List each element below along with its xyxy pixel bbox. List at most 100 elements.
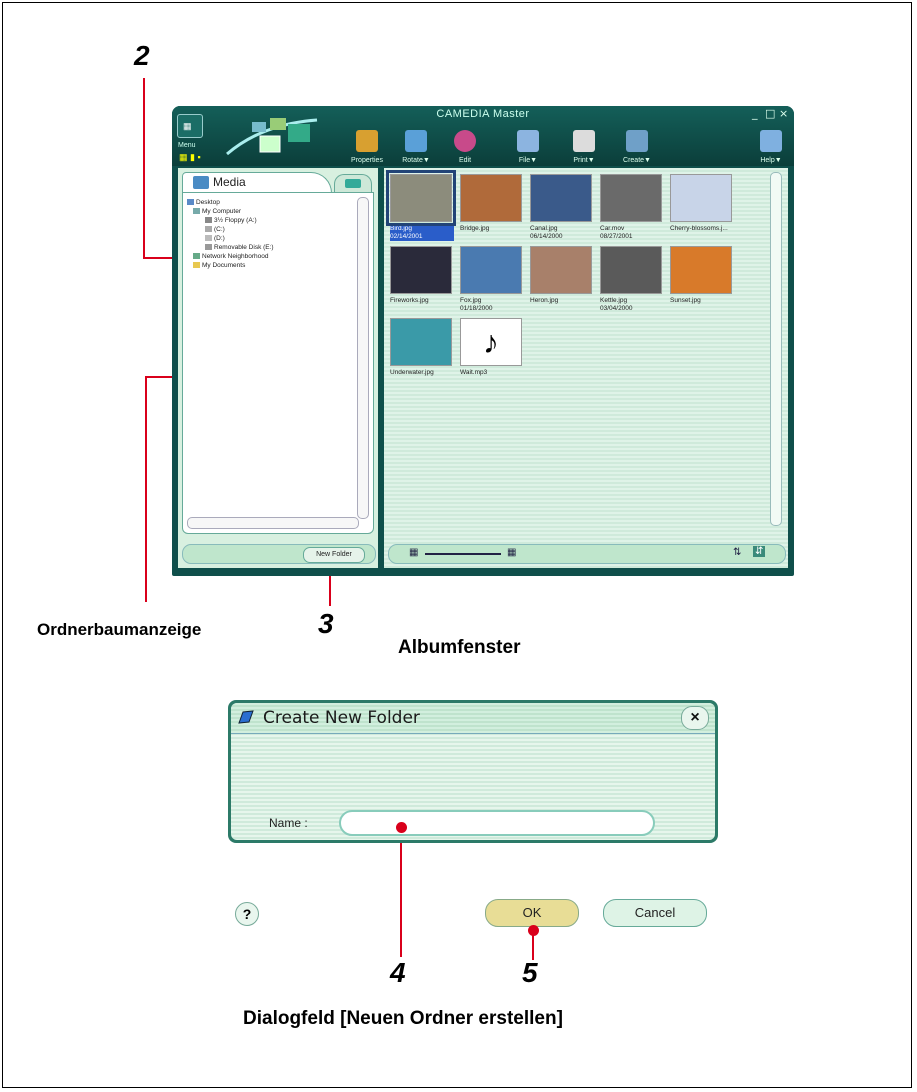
- file-icon: [517, 130, 539, 152]
- thumbnail-item[interactable]: Heron.jpg: [530, 246, 594, 305]
- toolbar-print[interactable]: Print▼: [563, 130, 605, 164]
- tree-item-floppy[interactable]: 3½ Floppy (A:): [205, 217, 257, 224]
- thumbnail-filename: Canal.jpg: [530, 225, 558, 232]
- thumbnail-caption: Bridge.jpg: [460, 225, 524, 233]
- maximize-button[interactable]: □: [765, 107, 775, 120]
- thumbnail-item[interactable]: Car.mov 08/27/2001: [600, 174, 664, 241]
- media-icon: [193, 176, 209, 189]
- tree-horizontal-scrollbar[interactable]: [187, 517, 359, 529]
- tree-item-drive-c[interactable]: (C:): [205, 226, 225, 233]
- thumbnail-item[interactable]: Bird.jpg 02/14/2001: [386, 170, 456, 241]
- thumbnail-caption: Underwater.jpg: [390, 369, 454, 377]
- toolbar-create[interactable]: Create▼: [616, 130, 658, 164]
- toolbar-edit[interactable]: Edit: [444, 130, 486, 164]
- tree-item-removable-disk[interactable]: Removable Disk (E:): [205, 244, 274, 251]
- album-footer: ▦ ▦ ⇅ ⇵: [388, 544, 786, 564]
- help-icon: [760, 130, 782, 152]
- ok-button[interactable]: OK: [485, 899, 579, 927]
- menu-label: Menu: [178, 142, 196, 149]
- thumbnail-caption: Cherry-blossoms.j...: [670, 225, 734, 233]
- name-label: Name :: [269, 816, 308, 830]
- zoom-slider[interactable]: [425, 553, 501, 555]
- create-icon: [626, 130, 648, 152]
- tree-item-drive-d[interactable]: (D:): [205, 235, 225, 242]
- album-vertical-scrollbar[interactable]: [770, 172, 782, 526]
- thumbnail-item[interactable]: Bridge.jpg: [460, 174, 524, 233]
- callout-5: 5: [522, 957, 538, 988]
- tree-vertical-scrollbar[interactable]: [357, 197, 369, 519]
- audio-note-icon: ♪: [460, 318, 522, 366]
- thumbnail-item[interactable]: Fireworks.jpg: [390, 246, 454, 305]
- thumbnail-filename: Underwater.jpg: [390, 369, 434, 376]
- toolbar-file[interactable]: File▼: [507, 130, 549, 164]
- thumbnail-image: [670, 246, 732, 294]
- menu-button[interactable]: ▦: [177, 114, 203, 138]
- printer-icon: [573, 130, 595, 152]
- folder-tree-pane: Media Desktop My Computer 3½ Floppy (A:)…: [178, 168, 378, 568]
- dialog-titlebar: Create New Folder ×: [231, 703, 715, 734]
- removable-disk-icon: [205, 244, 212, 251]
- leader-2-vertical: [143, 78, 145, 258]
- minimize-button[interactable]: _: [752, 107, 758, 120]
- thumbnail-filename: Heron.jpg: [530, 297, 559, 304]
- tree-item-my-computer[interactable]: My Computer: [193, 208, 241, 215]
- thumbnail-filename: Cherry-blossoms.j...: [670, 225, 728, 232]
- sort-order-icon[interactable]: ⇵: [753, 546, 766, 557]
- close-button[interactable]: ×: [779, 107, 788, 120]
- sort-icon[interactable]: ⇅: [733, 547, 741, 558]
- tab-album[interactable]: [334, 174, 372, 193]
- cancel-button[interactable]: Cancel: [603, 899, 707, 927]
- thumbnail-image: [460, 246, 522, 294]
- view-mode-icons[interactable]: ▦ ▮ ▪: [179, 152, 201, 163]
- folder-tree-bracket-vertical: [145, 376, 147, 602]
- edit-icon: [454, 130, 476, 152]
- thumbnail-image: [390, 246, 452, 294]
- thumbnail-image: [530, 174, 592, 222]
- thumbnail-filename: Kettle.jpg: [600, 297, 628, 304]
- folder-icon: [193, 262, 200, 269]
- thumbnail-item[interactable]: Canal.jpg 06/14/2000: [530, 174, 594, 241]
- new-folder-button[interactable]: New Folder: [303, 547, 365, 563]
- help-button[interactable]: ?: [235, 902, 259, 926]
- thumbnail-item[interactable]: Sunset.jpg: [670, 246, 734, 305]
- camedia-logo-art: [226, 118, 318, 156]
- rotate-icon: [405, 130, 427, 152]
- tree-item-network[interactable]: Network Neighborhood: [193, 253, 268, 260]
- thumbnail-caption: Car.mov 08/27/2001: [600, 225, 664, 241]
- leader-4-vertical: [400, 827, 402, 957]
- thumbnail-caption: Fox.jpg 01/18/2000: [460, 297, 524, 313]
- toolbar-help[interactable]: Help▼: [750, 130, 792, 164]
- thumbnail-image: [530, 246, 592, 294]
- large-grid-icon[interactable]: ▦: [507, 547, 516, 558]
- toolbar-properties[interactable]: Properties: [346, 130, 388, 164]
- thumbnail-filename: Bridge.jpg: [460, 225, 490, 232]
- dialog-title: Create New Folder: [263, 708, 420, 728]
- tab-media[interactable]: Media: [182, 172, 332, 193]
- thumbnail-item[interactable]: Cherry-blossoms.j...: [670, 174, 734, 233]
- leader-4-dot: [396, 822, 407, 833]
- thumbnail-item[interactable]: Fox.jpg 01/18/2000: [460, 246, 524, 313]
- thumbnail-date: 03/04/2000: [600, 305, 633, 312]
- thumbnail-caption: Fireworks.jpg: [390, 297, 454, 305]
- dialog-body: Create New Folder × Name : ? OK Cancel: [231, 703, 715, 927]
- thumbnail-image: [390, 318, 452, 366]
- thumbnail-item[interactable]: Kettle.jpg 03/04/2000: [600, 246, 664, 313]
- thumbnail-item[interactable]: Underwater.jpg: [390, 318, 454, 377]
- name-input[interactable]: [339, 810, 655, 836]
- small-grid-icon[interactable]: ▦: [409, 547, 418, 558]
- computer-icon: [193, 208, 200, 215]
- folder-pen-icon: [238, 710, 254, 724]
- callout-4: 4: [390, 957, 406, 988]
- thumbnail-filename: Fox.jpg: [460, 297, 482, 304]
- caption-album-window: Albumfenster: [398, 637, 521, 658]
- dialog-close-button[interactable]: ×: [681, 706, 709, 730]
- tree-item-my-documents[interactable]: My Documents: [193, 262, 245, 269]
- thumbnail-image: [600, 246, 662, 294]
- callout-3: 3: [318, 608, 334, 639]
- tree-item-desktop[interactable]: Desktop: [187, 199, 220, 206]
- thumbnail-filename: Bird.jpg: [390, 225, 413, 232]
- app-titlebar: CAMEDIA Master _ □ × ▦ Menu ▦ ▮ ▪ Proper…: [172, 106, 794, 166]
- thumbnail-item[interactable]: ♪ Wait.mp3: [460, 318, 524, 377]
- toolbar-rotate[interactable]: Rotate▼: [395, 130, 437, 164]
- callout-2: 2: [134, 40, 150, 71]
